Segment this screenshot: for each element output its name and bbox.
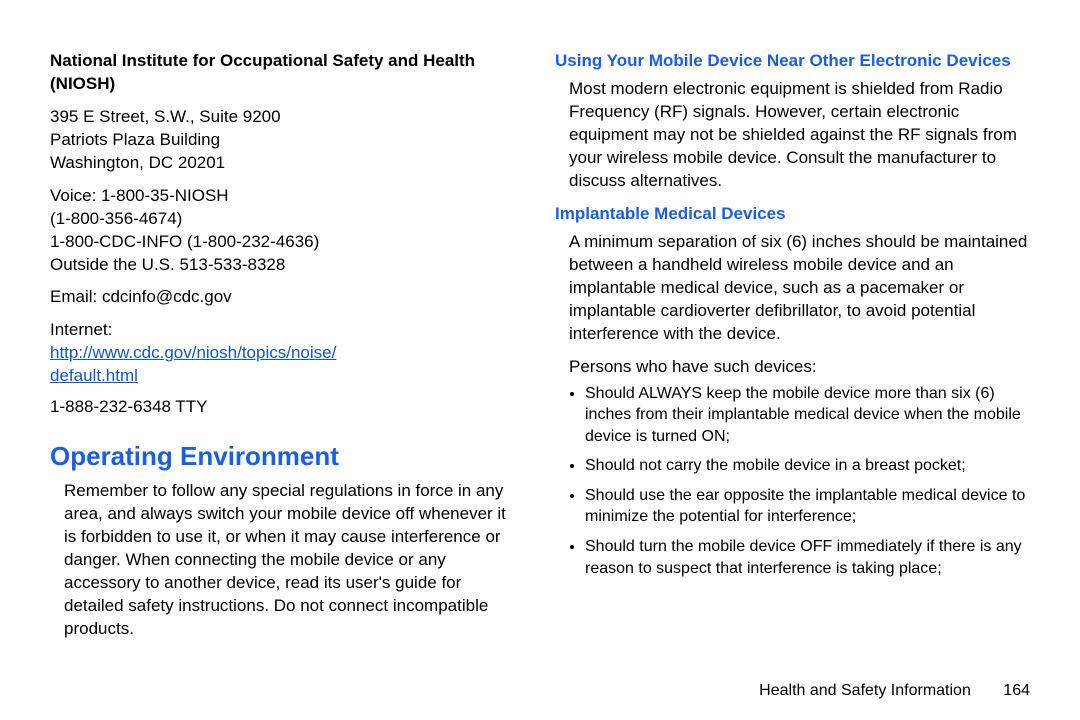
near-electronic-devices-body: Most modern electronic equipment is shie… bbox=[555, 78, 1040, 193]
address-line-3: Washington, DC 20201 bbox=[50, 153, 225, 172]
niosh-url-line1[interactable]: http://www.cdc.gov/niosh/topics/noise/ bbox=[50, 343, 336, 362]
email-line: Email: cdcinfo@cdc.gov bbox=[50, 286, 517, 309]
voice-block: Voice: 1-800-35-NIOSH (1-800-356-4674) 1… bbox=[50, 185, 517, 277]
footer-section-title: Health and Safety Information bbox=[759, 682, 971, 699]
niosh-heading: National Institute for Occupational Safe… bbox=[50, 50, 517, 96]
page-footer: Health and Safety Information 164 bbox=[759, 682, 1030, 700]
address-line-1: 395 E Street, S.W., Suite 9200 bbox=[50, 107, 281, 126]
voice-line-3: 1-800-CDC-INFO (1-800-232-4636) bbox=[50, 232, 319, 251]
document-page: National Institute for Occupational Safe… bbox=[0, 0, 1080, 720]
list-item: Should ALWAYS keep the mobile device mor… bbox=[585, 383, 1040, 448]
implantable-devices-body: A minimum separation of six (6) inches s… bbox=[555, 231, 1040, 346]
operating-environment-heading: Operating Environment bbox=[50, 441, 517, 472]
list-item: Should turn the mobile device OFF immedi… bbox=[585, 536, 1040, 579]
implantable-devices-heading: Implantable Medical Devices bbox=[555, 203, 1040, 225]
niosh-url-line2[interactable]: default.html bbox=[50, 366, 138, 385]
page-number: 164 bbox=[1003, 682, 1030, 699]
device-guidelines-list: Should ALWAYS keep the mobile device mor… bbox=[555, 383, 1040, 580]
list-item: Should not carry the mobile device in a … bbox=[585, 455, 1040, 477]
tty-line: 1-888-232-6348 TTY bbox=[50, 396, 517, 419]
right-column: Using Your Mobile Device Near Other Elec… bbox=[545, 50, 1040, 690]
internet-block: Internet: http://www.cdc.gov/niosh/topic… bbox=[50, 319, 517, 388]
left-column: National Institute for Occupational Safe… bbox=[50, 50, 545, 690]
operating-environment-body: Remember to follow any special regulatio… bbox=[50, 480, 517, 641]
internet-label: Internet: bbox=[50, 320, 112, 339]
voice-line-4: Outside the U.S. 513-533-8328 bbox=[50, 255, 285, 274]
near-electronic-devices-heading: Using Your Mobile Device Near Other Elec… bbox=[555, 50, 1040, 72]
address-line-2: Patriots Plaza Building bbox=[50, 130, 220, 149]
persons-line: Persons who have such devices: bbox=[555, 356, 1040, 379]
list-item: Should use the ear opposite the implanta… bbox=[585, 485, 1040, 528]
voice-line-1: Voice: 1-800-35-NIOSH bbox=[50, 186, 229, 205]
voice-line-2: (1-800-356-4674) bbox=[50, 209, 182, 228]
address-block: 395 E Street, S.W., Suite 9200 Patriots … bbox=[50, 106, 517, 175]
